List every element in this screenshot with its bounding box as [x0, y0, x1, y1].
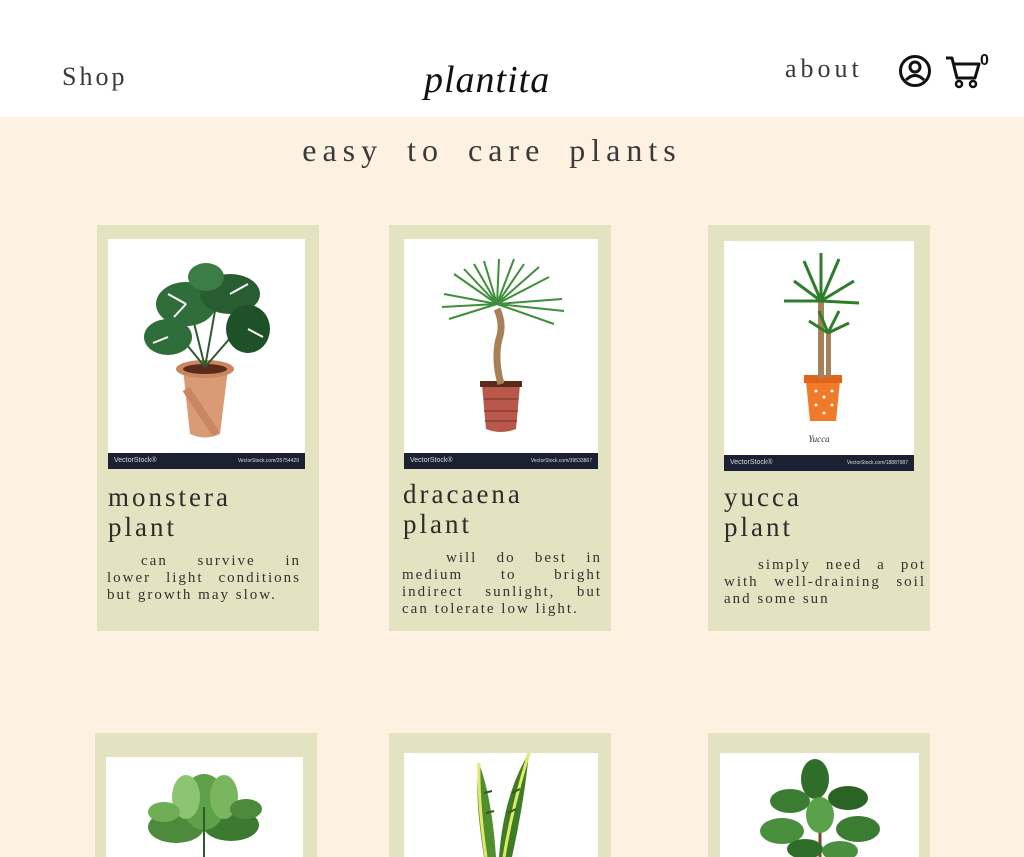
- brand-logo[interactable]: plantita: [424, 58, 550, 102]
- cart-count-badge: 0: [980, 52, 989, 69]
- rubber-plant-illustration: [760, 759, 880, 857]
- product-name[interactable]: dracaena plant: [403, 479, 523, 539]
- product-name[interactable]: monstera plant: [108, 482, 231, 542]
- image-credit-id: VectorStock.com/39533867: [530, 458, 592, 464]
- product-card-yucca[interactable]: Yucca VectorStock® VectorStock.com/18887…: [708, 225, 930, 631]
- product-card-monstera[interactable]: VectorStock® VectorStock.com/25754429 mo…: [97, 225, 319, 631]
- image-credit-brand: VectorStock®: [114, 457, 157, 464]
- image-credit-bar: VectorStock® VectorStock.com/18887987: [724, 455, 914, 471]
- image-credit-bar: VectorStock® VectorStock.com/39533867: [404, 453, 598, 469]
- product-name[interactable]: yucca plant: [724, 482, 802, 542]
- product-card-6[interactable]: [708, 733, 930, 857]
- nav-about-link[interactable]: about: [785, 54, 863, 84]
- yucca-illustration: [784, 253, 860, 421]
- dracaena-illustration: [441, 258, 565, 432]
- product-card-5[interactable]: [389, 733, 611, 857]
- product-description: will do best in medium to bright indirec…: [402, 550, 602, 617]
- image-credit-id: VectorStock.com/18887987: [846, 460, 908, 466]
- yucca-image[interactable]: Yucca VectorStock® VectorStock.com/18887…: [724, 241, 914, 471]
- product-card-4[interactable]: [95, 733, 317, 857]
- monstera-image[interactable]: VectorStock® VectorStock.com/25754429: [108, 239, 305, 469]
- leafy-plant-illustration: [148, 774, 262, 857]
- image-credit-brand: VectorStock®: [410, 457, 453, 464]
- product-description: simply need a pot with well-draining soi…: [724, 557, 926, 607]
- product-description: can survive in lower light conditions bu…: [107, 553, 301, 603]
- dracaena-image[interactable]: VectorStock® VectorStock.com/39533867: [404, 239, 598, 469]
- product-image[interactable]: [106, 757, 303, 857]
- nav-shop-link[interactable]: Shop: [62, 62, 127, 92]
- monstera-illustration: [144, 263, 270, 438]
- yucca-caption: Yucca: [808, 434, 830, 444]
- section-title: easy to care plants: [302, 132, 682, 168]
- product-image[interactable]: [404, 753, 598, 857]
- image-credit-bar: VectorStock® VectorStock.com/25754429: [108, 453, 305, 469]
- image-credit-id: VectorStock.com/25754429: [237, 458, 299, 464]
- image-credit-brand: VectorStock®: [730, 459, 773, 466]
- product-card-dracaena[interactable]: VectorStock® VectorStock.com/39533867 dr…: [389, 225, 611, 631]
- shopping-cart-icon[interactable]: [944, 54, 982, 90]
- site-header: Shop plantita about 0: [0, 0, 1024, 117]
- snake-plant-illustration: [477, 753, 531, 857]
- user-circle-icon[interactable]: [898, 54, 932, 88]
- product-image[interactable]: [720, 753, 919, 857]
